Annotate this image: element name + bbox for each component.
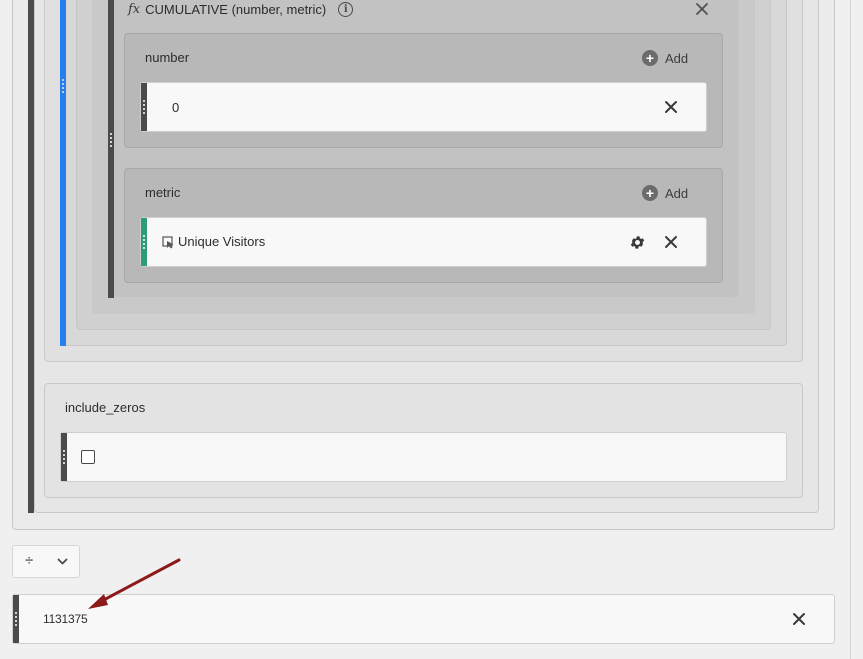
- param-number-add-button[interactable]: + Add: [642, 50, 688, 66]
- divide-operator: ÷: [25, 552, 34, 569]
- plus-circle-icon: +: [642, 185, 658, 201]
- param-include-zeros-label: include_zeros: [65, 400, 146, 415]
- param-metric-add-button[interactable]: + Add: [642, 185, 688, 201]
- number-value[interactable]: 0: [172, 100, 179, 115]
- plus-circle-icon: +: [642, 50, 658, 66]
- static-number-remove-icon[interactable]: [792, 612, 806, 626]
- drag-handle[interactable]: [61, 447, 67, 467]
- annotation-arrow: [88, 558, 181, 609]
- drag-handle[interactable]: [60, 76, 66, 96]
- number-value-card[interactable]: 0: [140, 82, 707, 132]
- drag-handle[interactable]: [13, 609, 19, 629]
- param-metric-label: metric: [145, 185, 181, 200]
- function-title: CUMULATIVE (number, metric): [145, 1, 327, 17]
- include-zeros-card-bar[interactable]: [61, 433, 67, 481]
- static-number-card-bar[interactable]: [13, 595, 19, 643]
- include-zeros-card[interactable]: [60, 432, 787, 482]
- include-zeros-checkbox[interactable]: [81, 450, 95, 464]
- add-button-label: Add: [665, 50, 689, 66]
- info-icon[interactable]: i: [338, 1, 354, 17]
- number-value-card-bar[interactable]: [141, 83, 147, 131]
- segment-metric-icon: [162, 236, 174, 249]
- fx-icon: fx: [128, 1, 141, 17]
- number-value-remove-icon[interactable]: [664, 100, 678, 114]
- metric-value-card-bar[interactable]: [141, 218, 147, 266]
- operator-dropdown[interactable]: ÷: [12, 545, 80, 578]
- metric-value[interactable]: Unique Visitors: [178, 234, 265, 249]
- function-remove-icon[interactable]: [695, 2, 709, 16]
- chevron-down-icon: [57, 558, 68, 565]
- add-button-label: Add: [665, 185, 689, 201]
- scroll-edge: [850, 0, 851, 659]
- param-number-label: number: [145, 50, 190, 65]
- drag-handle[interactable]: [141, 232, 147, 252]
- function-container-bar[interactable]: [108, 0, 114, 298]
- drag-handle[interactable]: [141, 97, 147, 117]
- function-header: fx CUMULATIVE (number, metric) i: [128, 0, 728, 18]
- metric-value-remove-icon[interactable]: [664, 235, 678, 249]
- metric-value-card[interactable]: Unique Visitors: [140, 217, 707, 267]
- blue-selected-bar[interactable]: [60, 0, 66, 346]
- gear-icon[interactable]: [629, 234, 646, 251]
- drag-handle[interactable]: [108, 130, 114, 150]
